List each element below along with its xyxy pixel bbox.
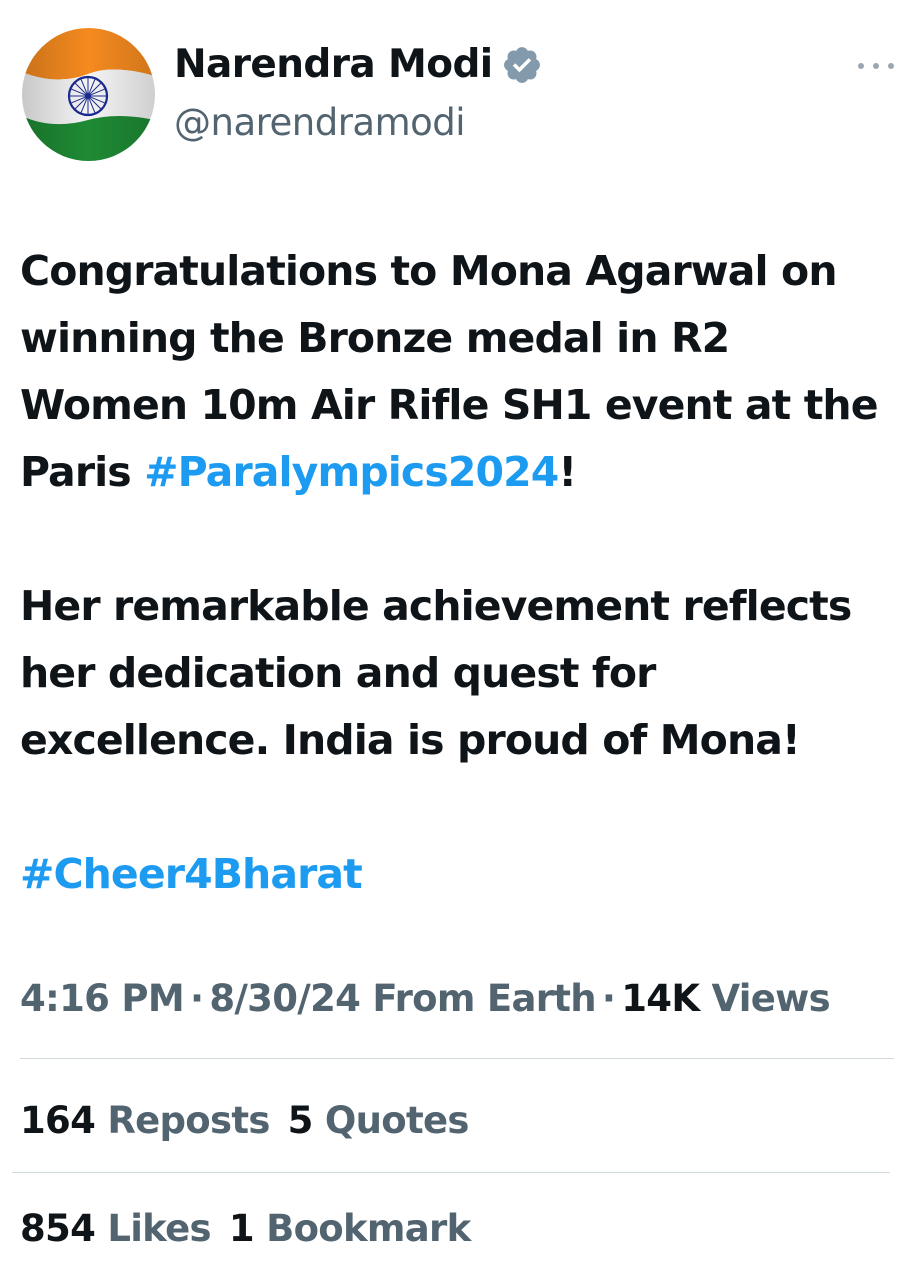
reposts-label: Reposts bbox=[107, 1099, 270, 1142]
more-horizontal-icon[interactable] bbox=[858, 56, 894, 76]
engagement-stats-row: 164 Reposts 5 Quotes bbox=[20, 1102, 469, 1139]
likes-count: 854 bbox=[20, 1207, 96, 1250]
bookmarks-count: 1 bbox=[228, 1207, 255, 1250]
author-name-row[interactable]: Narendra Modi bbox=[174, 42, 543, 86]
avatar[interactable] bbox=[22, 28, 155, 161]
quotes-count: 5 bbox=[287, 1099, 314, 1142]
quotes-stat[interactable]: 5 Quotes bbox=[287, 1099, 470, 1142]
engagement-stats-row: 854 Likes 1 Bookmark bbox=[20, 1210, 471, 1247]
tweet-page: Narendra Modi @narendramodi Congratulati… bbox=[0, 0, 914, 1280]
author-handle[interactable]: @narendramodi bbox=[174, 104, 466, 141]
likes-stat[interactable]: 854 Likes bbox=[20, 1207, 212, 1250]
reposts-count: 164 bbox=[20, 1099, 96, 1142]
hashtag-link-paralympics[interactable]: #Paralympics2024 bbox=[144, 448, 559, 496]
tweet-paragraph-3: #Cheer4Bharat bbox=[20, 841, 905, 908]
divider bbox=[12, 1172, 890, 1173]
tweet-meta: 4:16 PM · 8/30/24 From Earth · 14K Views bbox=[20, 977, 831, 1020]
india-flag-avatar-icon bbox=[22, 28, 155, 161]
verified-badge-icon[interactable] bbox=[501, 44, 543, 86]
quotes-label: Quotes bbox=[324, 1099, 470, 1142]
views-count: 14K bbox=[621, 977, 700, 1020]
tweet-text-segment: ! bbox=[558, 448, 577, 496]
tweet-time[interactable]: 4:16 PM bbox=[20, 977, 185, 1020]
bookmarks-label: Bookmark bbox=[266, 1207, 471, 1250]
tweet-paragraph-1: Congratulations to Mona Agarwal on winni… bbox=[20, 238, 905, 506]
tweet-source: From Earth bbox=[372, 977, 596, 1020]
tweet-paragraph-2: Her remarkable achievement reflects her … bbox=[20, 582, 852, 764]
tweet-date[interactable]: 8/30/24 bbox=[209, 977, 361, 1020]
divider bbox=[20, 1058, 894, 1059]
author-name[interactable]: Narendra Modi bbox=[174, 45, 493, 84]
views-label: Views bbox=[711, 977, 831, 1020]
reposts-stat[interactable]: 164 Reposts bbox=[20, 1102, 270, 1139]
likes-label: Likes bbox=[107, 1207, 211, 1250]
hashtag-link-cheer4bharat[interactable]: #Cheer4Bharat bbox=[20, 850, 363, 898]
bookmarks-stat[interactable]: 1 Bookmark bbox=[229, 1210, 471, 1247]
tweet-text: Congratulations to Mona Agarwal on winni… bbox=[20, 238, 905, 908]
